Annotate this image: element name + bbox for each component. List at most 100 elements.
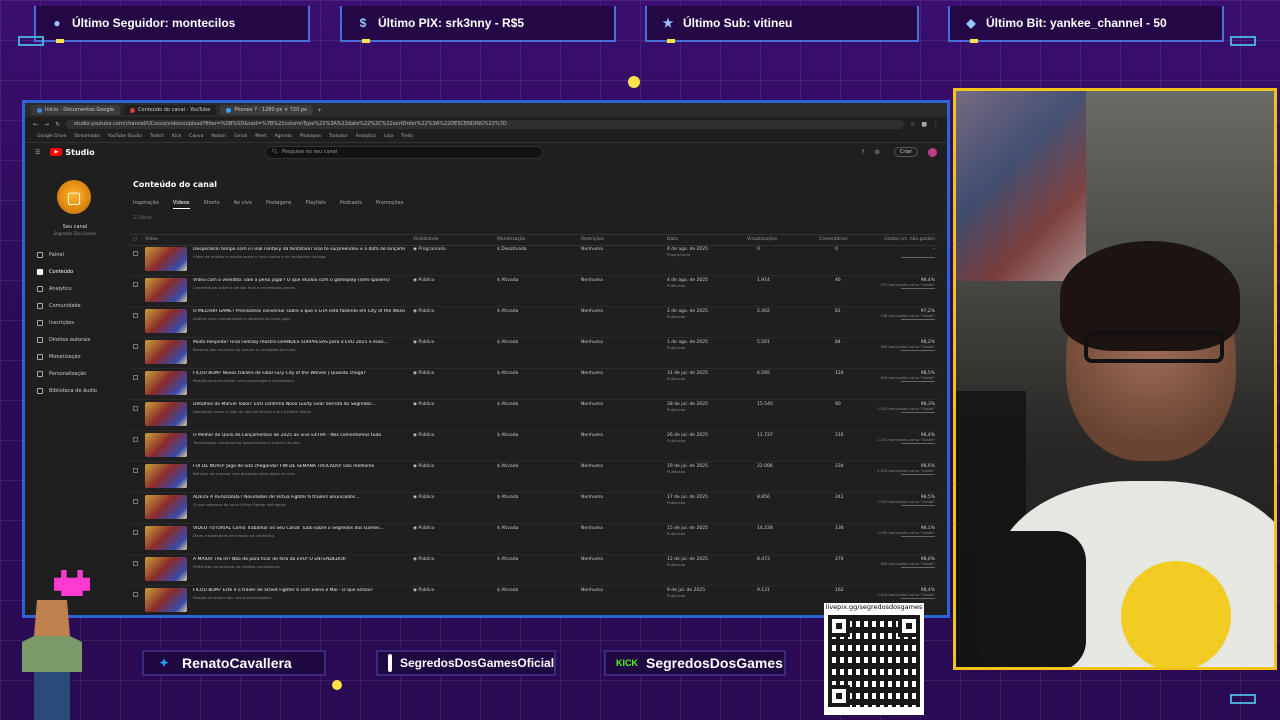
column-video[interactable]: Vídeo	[145, 237, 158, 242]
table-row[interactable]: ADEUS A REALIDADE? Novidades de Virtua F…	[129, 493, 939, 524]
monetization-cell[interactable]: $ Ativada	[497, 526, 518, 531]
bookmark-item[interactable]: Agenda	[274, 134, 291, 139]
video-title[interactable]: Detalhes do Marvel Tokon: EVO confirma N…	[193, 402, 405, 407]
column-restrictions[interactable]: Restrições	[581, 237, 604, 242]
browser-tab[interactable]: Phonex ? - 1280 px × 720 px	[220, 105, 314, 115]
table-row[interactable]: VIDEO TUTORIAL Como Trabalhar no Seu Can…	[129, 524, 939, 555]
row-checkbox[interactable]	[133, 592, 138, 597]
new-tab-icon[interactable]: +	[317, 107, 322, 114]
video-thumbnail[interactable]	[145, 371, 187, 395]
account-avatar[interactable]	[928, 147, 937, 157]
reload-icon[interactable]: ↻	[55, 121, 60, 128]
back-icon[interactable]: ←	[33, 121, 38, 128]
monetization-cell[interactable]: $ Ativada	[497, 495, 518, 500]
visibility-cell[interactable]: ◉ Público	[413, 309, 434, 314]
visibility-cell[interactable]: ◉ Público	[413, 557, 434, 562]
bookmark-item[interactable]: YouTube Studio	[108, 134, 142, 139]
monetization-cell[interactable]: $ Desativada	[497, 247, 527, 252]
extensions-icon[interactable]: ■	[921, 121, 927, 128]
tab-inspiration[interactable]: Inspiração	[133, 200, 159, 209]
sidebar-item-dashboard[interactable]: Painel	[37, 252, 117, 258]
studio-logo[interactable]: ▶ Studio	[50, 148, 95, 157]
visibility-cell[interactable]: ◉ Público	[413, 278, 434, 283]
monetization-cell[interactable]: $ Ativada	[497, 402, 518, 407]
table-row[interactable]: FOI DE NOVO! Jogo de luta chegando! FIM …	[129, 462, 939, 493]
column-likes[interactable]: Gostei (vs. não gostei)	[884, 237, 935, 242]
alerts-icon[interactable]: ⚙	[875, 149, 880, 156]
help-icon[interactable]: ?	[861, 149, 864, 156]
sidebar-item-monetization[interactable]: Monetização	[37, 354, 117, 360]
video-thumbnail[interactable]	[145, 309, 187, 333]
table-row[interactable]: FICOU BOM? Novos trailers de Fatal Fury …	[129, 369, 939, 400]
channel-search-input[interactable]: 🔍︎ Pesquise no seu canal	[264, 145, 543, 159]
video-thumbnail[interactable]	[145, 433, 187, 457]
table-row[interactable]: Desperdicei tempo com o Final Fantasy da…	[129, 245, 939, 276]
row-checkbox[interactable]	[133, 375, 138, 380]
visibility-cell[interactable]: ◉ Público	[413, 526, 434, 531]
row-checkbox[interactable]	[133, 561, 138, 566]
video-thumbnail[interactable]	[145, 588, 187, 612]
sidebar-item-analytics[interactable]: Analytics	[37, 286, 117, 292]
table-row[interactable]: Detalhes do Marvel Tokon: EVO confirma N…	[129, 400, 939, 431]
bookmark-item[interactable]: Photopea	[300, 134, 321, 139]
visibility-cell[interactable]: ◉ Público	[413, 402, 434, 407]
table-row[interactable]: A MAIOR TRETA? Não dá para ficar de fora…	[129, 555, 939, 586]
table-row[interactable]: FICOU BOM? Este é o trailer de Street Fi…	[129, 586, 939, 615]
table-row[interactable]: O MELHOR GAME? Precisamos conversar sobr…	[129, 307, 939, 338]
column-views[interactable]: Visualizações	[747, 237, 777, 242]
row-checkbox[interactable]	[133, 406, 138, 411]
browser-tab-active[interactable]: Conteúdo do canal - YouTube	[124, 105, 217, 115]
video-title[interactable]: VIDEO TUTORIAL Como Trabalhar no Seu Can…	[193, 526, 405, 531]
monetization-cell[interactable]: $ Ativada	[497, 557, 518, 562]
visibility-cell[interactable]: ◉ Público	[413, 371, 434, 376]
visibility-cell[interactable]: ◉ Público	[413, 588, 434, 593]
sidebar-item-community[interactable]: Comunidade	[37, 303, 117, 309]
monetization-cell[interactable]: $ Ativada	[497, 588, 518, 593]
bookmark-item[interactable]: Loja	[384, 134, 393, 139]
video-thumbnail[interactable]	[145, 526, 187, 550]
row-checkbox[interactable]	[133, 468, 138, 473]
sidebar-item-audio-library[interactable]: Biblioteca de áudio	[37, 388, 117, 394]
visibility-cell[interactable]: ◉ Público	[413, 433, 434, 438]
video-title[interactable]: O Melhor do Quilo de Lançamentos de 2025…	[193, 433, 405, 438]
tab-promotions[interactable]: Promoções	[376, 200, 403, 209]
video-thumbnail[interactable]	[145, 495, 187, 519]
table-row[interactable]: Muito Respeito! Final Fantasy mostra GRA…	[129, 338, 939, 369]
bookmark-star-icon[interactable]: ☆	[910, 121, 915, 128]
video-title[interactable]: O MELHOR GAME? Precisamos conversar sobr…	[193, 309, 405, 314]
channel-avatar[interactable]: ▢	[57, 180, 91, 214]
sidebar-item-subscriptions[interactable]: Inscrições	[37, 320, 117, 326]
monetization-cell[interactable]: $ Ativada	[497, 464, 518, 469]
video-title[interactable]: FOI DE NOVO! Jogo de luta chegando! FIM …	[193, 464, 405, 469]
sidebar-item-copyright[interactable]: Direitos autorais	[37, 337, 117, 343]
column-monetization[interactable]: Monetização	[497, 237, 525, 242]
visibility-cell[interactable]: ◉ Público	[413, 495, 434, 500]
bookmark-item[interactable]: Notion	[211, 134, 226, 139]
video-thumbnail[interactable]	[145, 340, 187, 364]
video-thumbnail[interactable]	[145, 247, 187, 271]
video-title[interactable]: Desperdicei tempo com o Final Fantasy da…	[193, 247, 405, 252]
video-title[interactable]: FICOU BOM? Este é o trailer de Street Fi…	[193, 588, 405, 593]
video-title[interactable]: Muito Respeito! Final Fantasy mostra GRA…	[193, 340, 405, 345]
tab-shorts[interactable]: Shorts	[204, 200, 220, 209]
tab-playlists[interactable]: Playlists	[306, 200, 326, 209]
tab-live[interactable]: Ao vivo	[234, 200, 252, 209]
row-checkbox[interactable]	[133, 499, 138, 504]
monetization-cell[interactable]: $ Ativada	[497, 433, 518, 438]
bookmark-item[interactable]: Meet	[255, 134, 266, 139]
visibility-cell[interactable]: ◉ Público	[413, 340, 434, 345]
visibility-cell[interactable]: ◉ Público	[413, 464, 434, 469]
row-checkbox[interactable]	[133, 251, 138, 256]
bookmark-item[interactable]: Streamlabs	[74, 134, 100, 139]
visibility-cell[interactable]: ◉ Programado	[413, 247, 446, 252]
video-title[interactable]: ADEUS A REALIDADE? Novidades de Virtua F…	[193, 495, 405, 500]
select-all-checkbox[interactable]: □	[133, 237, 137, 242]
table-row[interactable]: Vídeo com o veredito: vale a pena jogar?…	[129, 276, 939, 307]
video-thumbnail[interactable]	[145, 402, 187, 426]
bookmark-item[interactable]: Gmail	[234, 134, 247, 139]
bookmark-item[interactable]: Google Drive	[37, 134, 66, 139]
video-title[interactable]: A MAIOR TRETA? Não dá para ficar de fora…	[193, 557, 405, 562]
browser-tab[interactable]: Início - Documentos Google	[31, 105, 121, 115]
sidebar-item-content[interactable]: Conteúdo	[37, 269, 117, 275]
video-thumbnail[interactable]	[145, 278, 187, 302]
